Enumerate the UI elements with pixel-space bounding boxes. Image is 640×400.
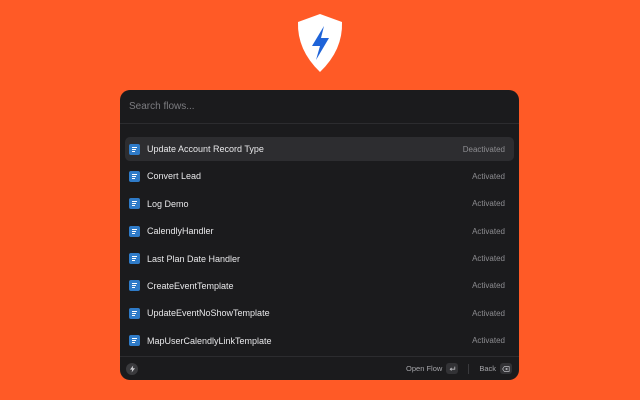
flow-name: CreateEventTemplate	[147, 280, 234, 291]
backspace-key-icon	[500, 363, 512, 374]
flow-status: Activated	[472, 199, 505, 209]
flow-item[interactable]: CreateEventTemplate Activated	[125, 274, 514, 298]
flow-item[interactable]: Update Account Record Type Deactivated	[125, 137, 514, 161]
app-stage: Update Account Record Type Deactivated C…	[0, 0, 640, 400]
flow-name: Update Account Record Type	[147, 144, 264, 154]
flow-icon	[129, 280, 140, 292]
flow-name: Log Demo	[147, 198, 189, 209]
shield-bolt-icon	[297, 14, 343, 72]
flow-icon	[129, 335, 140, 347]
back-button[interactable]: Back	[479, 363, 512, 374]
flow-icon	[129, 170, 140, 182]
open-flow-button[interactable]: Open Flow	[406, 363, 459, 374]
flow-name: UpdateEventNoShowTemplate	[147, 308, 270, 319]
flow-list: Update Account Record Type Deactivated C…	[120, 124, 519, 353]
flow-status: Activated	[472, 171, 505, 181]
bolt-icon	[126, 362, 138, 375]
flow-launcher-panel: Update Account Record Type Deactivated C…	[120, 90, 519, 380]
flow-name: Convert Lead	[147, 171, 202, 182]
flow-icon	[129, 225, 140, 237]
flow-item[interactable]: Log Demo Activated	[125, 192, 514, 216]
flow-status: Activated	[472, 308, 505, 318]
flow-name: Last Plan Date Handler	[147, 253, 241, 264]
footer-separator	[468, 363, 470, 374]
open-flow-label: Open Flow	[406, 364, 443, 373]
flow-item[interactable]: CalendlyHandler Activated	[125, 219, 514, 243]
flow-item[interactable]: Convert Lead Activated	[125, 164, 514, 188]
footer-actions: Open Flow Back	[406, 363, 512, 374]
flow-status: Activated	[472, 281, 505, 291]
flow-icon	[129, 307, 140, 319]
search-bar	[120, 90, 519, 123]
search-input[interactable]	[129, 96, 509, 117]
flow-item[interactable]: MapUserCalendlyLinkTemplate Activated	[125, 329, 514, 353]
footer-bar: Open Flow Back	[120, 356, 519, 380]
flow-name: CalendlyHandler	[147, 226, 214, 237]
back-label: Back	[479, 364, 496, 373]
flow-name: MapUserCalendlyLinkTemplate	[147, 335, 272, 346]
flow-icon	[129, 143, 140, 155]
return-key-icon	[446, 363, 459, 374]
flow-status: Deactivated	[462, 144, 505, 154]
flow-item[interactable]: UpdateEventNoShowTemplate Activated	[125, 301, 514, 325]
flow-status: Activated	[472, 254, 505, 264]
flow-icon	[129, 198, 140, 210]
flow-status: Activated	[472, 336, 505, 346]
flow-status: Activated	[472, 226, 505, 236]
flow-icon	[129, 253, 140, 265]
flow-item[interactable]: Last Plan Date Handler Activated	[125, 247, 514, 271]
